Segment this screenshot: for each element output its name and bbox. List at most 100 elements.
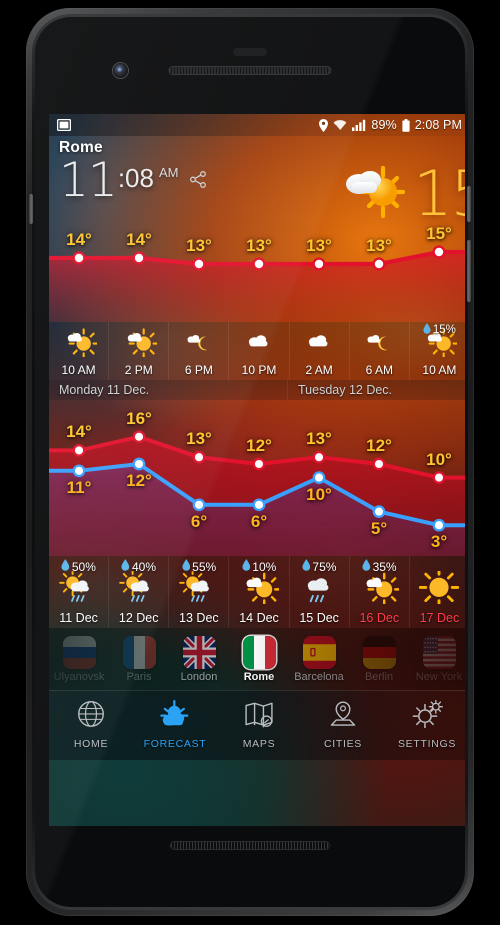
- earpiece-speaker: [168, 66, 332, 75]
- side-button-left[interactable]: [29, 194, 33, 224]
- water-drop-icon: [121, 559, 130, 574]
- partly-cloudy-night-icon: [181, 327, 217, 362]
- daily-precip: 35%: [362, 559, 397, 574]
- status-bar: 89% 2:08 PM: [49, 114, 465, 136]
- nav-item-maps[interactable]: MAPS: [217, 700, 301, 750]
- city-item-rome[interactable]: Rome: [229, 635, 289, 683]
- nav-item-forecast[interactable]: FORECAST: [133, 700, 217, 750]
- city-name-label: New York: [415, 670, 463, 683]
- flag-spain: [302, 635, 336, 669]
- hourly-temperature-chart: 14° 14° 13° 13° 13° 13° 15°: [49, 218, 465, 322]
- daily-forecast-strip: 50% 11 Dec 40% 12 Dec 55% 13 Dec 10% 14 …: [49, 556, 465, 628]
- volume-button[interactable]: [467, 240, 471, 302]
- city-name-label: Ulyanovsk: [53, 670, 105, 683]
- hourly-day-band: Monday 11 Dec. Tuesday 12 Dec.: [49, 380, 465, 400]
- rain-sun-icon: [118, 569, 159, 609]
- share-icon[interactable]: [190, 171, 207, 193]
- hourly-time-label: 10 AM: [61, 363, 96, 377]
- cities-strip[interactable]: Ulyanovsk Paris London Rome Barcelona Be…: [49, 628, 465, 690]
- daily-day-label: 14 Dec: [239, 611, 279, 625]
- bottom-speaker: [170, 841, 330, 850]
- hourly-forecast-cell[interactable]: 6 AM: [348, 322, 409, 380]
- hourly-time-label: 2 AM: [305, 363, 333, 377]
- daily-day-label: 13 Dec: [179, 611, 219, 625]
- rain-sun-icon: [179, 569, 219, 609]
- daily-precip: 75%: [302, 559, 336, 574]
- daily-temperature-chart: 14° 16° 13° 12° 13° 12° 10° 11° 12° 6° 6° 10° 5° 3°: [49, 400, 465, 556]
- camera-glint: [117, 67, 122, 72]
- city-name-label: Berlin: [364, 670, 394, 683]
- hourly-forecast-cell[interactable]: 6 PM: [168, 322, 228, 380]
- hourly-forecast-cell[interactable]: 10 PM: [228, 322, 288, 380]
- nav-item-cities[interactable]: CITIES: [301, 700, 385, 750]
- nav-item-settings[interactable]: SETTINGS: [385, 699, 465, 750]
- daily-day-label: 16 Dec: [359, 611, 400, 625]
- daily-forecast-cell[interactable]: 50% 11 Dec: [49, 556, 108, 628]
- header: Rome 11 :08 AM 1: [49, 136, 465, 224]
- daily-forecast-cell[interactable]: 55% 13 Dec: [168, 556, 228, 628]
- proximity-sensor: [233, 48, 267, 56]
- bottom-navigation: HOME FORECAST MAPS CITIES SETTINGS: [49, 690, 465, 760]
- pin-icon: [326, 700, 360, 733]
- daily-day-label: 15 Dec: [299, 611, 339, 625]
- daily-forecast-cell[interactable]: 40% 12 Dec: [108, 556, 168, 628]
- hourly-forecast-cell[interactable]: 15% 10 AM: [408, 322, 465, 380]
- city-item-london[interactable]: London: [169, 635, 229, 683]
- daily-forecast-cell[interactable]: 17 Dec: [408, 556, 465, 628]
- daily-day-label: 11 Dec: [59, 611, 98, 625]
- flag-russia: [62, 635, 96, 669]
- hourly-forecast-cell[interactable]: 2 PM: [108, 322, 168, 380]
- daily-day-label: 17 Dec: [419, 611, 460, 625]
- city-item-berlin[interactable]: Berlin: [349, 635, 409, 683]
- hourly-forecast-cell[interactable]: 2 AM: [288, 322, 349, 380]
- nav-label: FORECAST: [143, 737, 207, 750]
- wifi-icon: [333, 119, 347, 131]
- flag-usa: [422, 635, 456, 669]
- phone-body: 89% 2:08 PM Rome 11:08 AM 1 14° 14° 13°…: [29, 14, 471, 910]
- daily-precip: 55%: [181, 559, 216, 574]
- hourly-time-label: 10 AM: [422, 363, 457, 377]
- image-icon: [57, 119, 71, 131]
- partly-cloudy-day-icon: [121, 327, 159, 362]
- forecast-icon: [158, 700, 192, 733]
- nav-divider: [49, 690, 465, 691]
- signal-icon: [352, 119, 366, 131]
- nav-label: CITIES: [323, 737, 363, 750]
- status-time: 2:08 PM: [414, 118, 462, 132]
- clock-ampm: AM: [158, 165, 179, 180]
- phone-screen: 89% 2:08 PM Rome 11:08 AM 1 14° 14° 13°…: [49, 114, 465, 826]
- city-item-new-york[interactable]: New York: [409, 635, 465, 683]
- city-name-label: Paris: [126, 670, 152, 683]
- phone-glass: 89% 2:08 PM Rome 11:08 AM 1 14° 14° 13°…: [35, 17, 465, 907]
- water-drop-icon: [181, 559, 191, 574]
- daily-forecast-cell[interactable]: 35% 16 Dec: [348, 556, 409, 628]
- city-item-ulyanovsk[interactable]: Ulyanovsk: [49, 635, 109, 683]
- nav-item-home[interactable]: HOME: [49, 700, 133, 750]
- daily-forecast-cell[interactable]: 10% 14 Dec: [228, 556, 288, 628]
- daily-forecast-cell[interactable]: 75% 15 Dec: [288, 556, 349, 628]
- water-drop-icon: [362, 559, 371, 574]
- city-item-barcelona[interactable]: Barcelona: [289, 635, 349, 683]
- hourly-forecast-cell[interactable]: 10 AM: [49, 322, 108, 380]
- water-drop-icon: [302, 559, 311, 574]
- clock-hour: 11: [59, 153, 118, 208]
- city-name-label: Barcelona: [294, 670, 344, 683]
- nav-label: SETTINGS: [397, 737, 457, 750]
- map-icon: [242, 700, 276, 733]
- clock-minute: :08: [117, 163, 154, 193]
- rain-cloud-icon: [299, 571, 339, 609]
- hourly-time-label: 2 PM: [124, 363, 153, 377]
- city-item-paris[interactable]: Paris: [109, 635, 169, 683]
- daily-precip: 50%: [61, 559, 96, 574]
- partly-cloudy-icon: [339, 160, 413, 227]
- day-label: Tuesday 12 Dec.: [287, 380, 465, 400]
- current-temperature: 15°: [413, 156, 465, 230]
- battery-icon: [402, 118, 410, 132]
- nav-label: MAPS: [242, 737, 276, 750]
- hourly-chart-svg: [49, 245, 465, 322]
- flag-uk: [182, 635, 216, 669]
- power-button[interactable]: [467, 186, 471, 222]
- sunny-icon: [419, 567, 460, 609]
- partly-cloudy-day-icon: [359, 571, 402, 609]
- globe-icon: [74, 700, 108, 733]
